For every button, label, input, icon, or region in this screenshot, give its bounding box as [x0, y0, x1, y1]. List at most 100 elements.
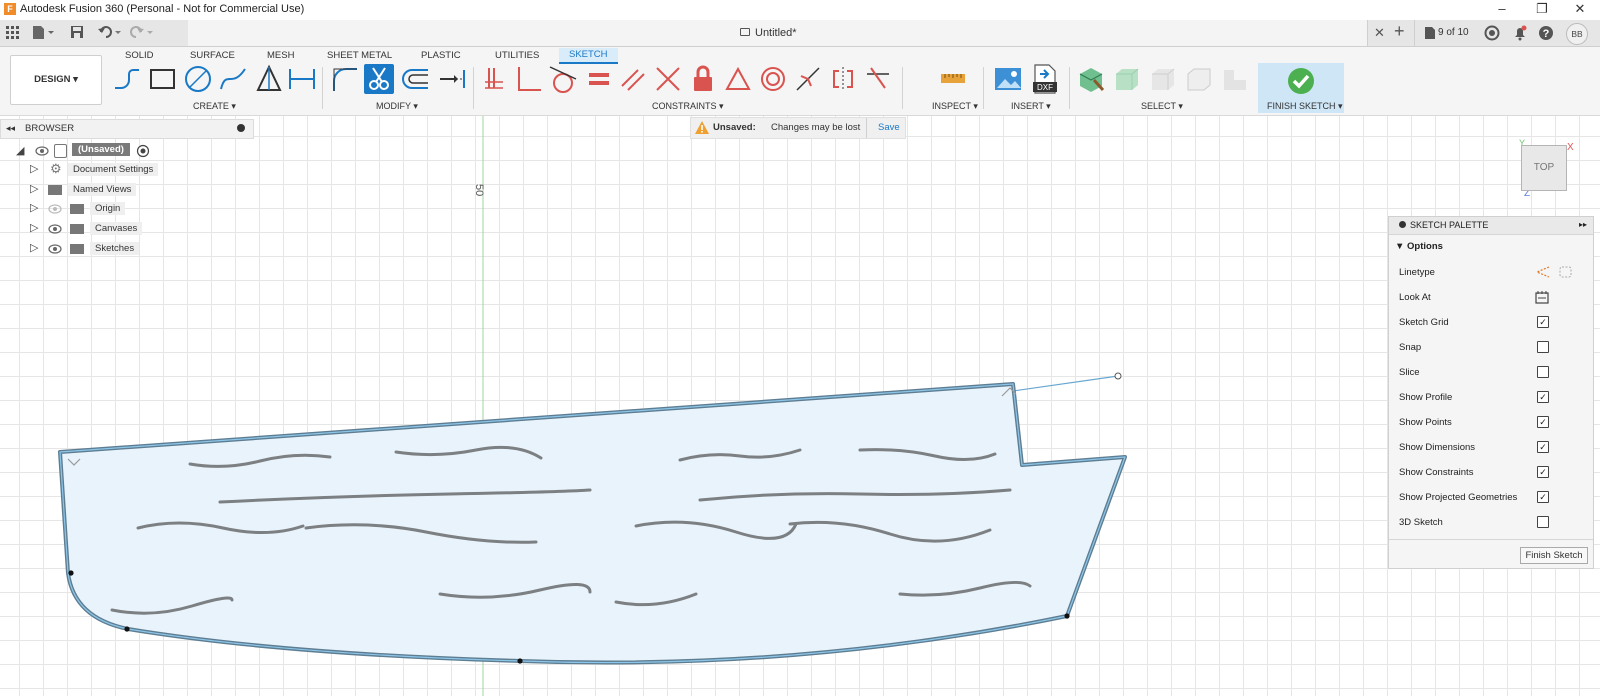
data-panel-grid-icon[interactable]: [6, 26, 20, 40]
triangle-constraint-icon[interactable]: [723, 64, 753, 94]
fix-lock-constraint-icon[interactable]: [688, 64, 718, 94]
centerline-linetype-icon[interactable]: [1559, 265, 1573, 279]
browser-item-origin[interactable]: ▷ Origin: [30, 200, 170, 218]
job-status-count[interactable]: 9 of 10: [1438, 27, 1469, 38]
collapse-browser-icon[interactable]: ◂◂: [6, 123, 15, 134]
user-avatar[interactable]: BB: [1566, 23, 1588, 45]
modify-group-label[interactable]: MODIFY ▾: [376, 101, 418, 112]
equal-constraint-icon[interactable]: [584, 64, 614, 94]
finish-sketch-button[interactable]: Finish Sketch: [1520, 547, 1588, 564]
show-profile-checkbox[interactable]: ✓: [1537, 391, 1549, 403]
polygon-mirror-tool-icon[interactable]: [254, 64, 284, 94]
show-projected-geometries-checkbox[interactable]: ✓: [1537, 491, 1549, 503]
browser-item-sketches[interactable]: ▷ Sketches: [30, 240, 170, 258]
expand-triangle-icon[interactable]: ▷: [30, 182, 38, 195]
browser-root-item[interactable]: ◢ (Unsaved): [16, 142, 166, 160]
minimize-button[interactable]: –: [1482, 0, 1522, 18]
show-points-checkbox[interactable]: ✓: [1537, 416, 1549, 428]
options-section-header[interactable]: ▼ Options: [1395, 241, 1443, 252]
close-window-button[interactable]: ✕: [1560, 0, 1600, 18]
measure-tool-icon[interactable]: [938, 64, 968, 94]
extend-tool-icon[interactable]: [437, 64, 467, 94]
collinear-constraint-icon[interactable]: [653, 64, 683, 94]
extensions-icon[interactable]: [1484, 25, 1500, 41]
fillet-tool-icon[interactable]: [330, 64, 360, 94]
activate-radio-icon[interactable]: [136, 144, 150, 158]
select-group-label[interactable]: SELECT ▾: [1141, 101, 1183, 112]
visibility-eye-icon[interactable]: [35, 146, 49, 156]
file-menu-icon[interactable]: [32, 25, 54, 40]
help-icon[interactable]: ?: [1538, 25, 1554, 41]
save-icon[interactable]: [70, 25, 84, 39]
rectangle-tool-icon[interactable]: [148, 64, 178, 94]
arc-spline-tool-icon[interactable]: [218, 64, 248, 94]
slice-checkbox[interactable]: [1537, 366, 1549, 378]
construction-linetype-icon[interactable]: [1535, 265, 1551, 279]
midpoint-constraint-icon[interactable]: [793, 64, 823, 94]
concentric-constraint-icon[interactable]: [758, 64, 788, 94]
visibility-eye-icon[interactable]: [48, 224, 62, 234]
finish-sketch-group-label[interactable]: FINISH SKETCH ▾: [1267, 101, 1343, 112]
parallel-constraint-icon[interactable]: [618, 64, 648, 94]
offset-tool-icon[interactable]: [400, 64, 430, 94]
tangent-constraint-icon[interactable]: [548, 64, 578, 94]
insert-image-icon[interactable]: [993, 64, 1023, 94]
expand-triangle-icon[interactable]: ▷: [30, 241, 38, 254]
sketch-canvas[interactable]: 50: [0, 116, 1600, 696]
symmetry-constraint-icon[interactable]: [828, 64, 858, 94]
insert-group-label[interactable]: INSERT ▾: [1011, 101, 1051, 112]
insert-dxf-icon[interactable]: DXF: [1030, 64, 1060, 94]
view-cube[interactable]: TOP: [1521, 145, 1567, 191]
sketch-grid-checkbox[interactable]: ✓: [1537, 316, 1549, 328]
browser-item-canvases[interactable]: ▷ Canvases: [30, 220, 170, 238]
show-dimensions-checkbox[interactable]: ✓: [1537, 441, 1549, 453]
redo-icon[interactable]: [130, 25, 154, 39]
undo-icon[interactable]: [98, 25, 122, 39]
circle-tool-icon[interactable]: [183, 64, 213, 94]
tab-sheet-metal[interactable]: SHEET METAL: [327, 50, 392, 61]
curvature-constraint-icon[interactable]: [863, 64, 893, 94]
select-appearance-icon[interactable]: [1076, 64, 1106, 94]
constraints-group-label[interactable]: CONSTRAINTS ▾: [652, 101, 724, 112]
document-tab[interactable]: Untitled* ✕: [188, 20, 1385, 46]
horizontal-vertical-constraint-icon[interactable]: [480, 64, 510, 94]
job-status-icon[interactable]: [1424, 26, 1436, 40]
tab-plastic[interactable]: PLASTIC: [421, 50, 461, 61]
expand-triangle-icon[interactable]: ▷: [30, 201, 38, 214]
3d-sketch-checkbox[interactable]: [1537, 516, 1549, 528]
select-edge-icon[interactable]: [1184, 64, 1214, 94]
save-link[interactable]: Save: [878, 122, 900, 133]
select-body-icon[interactable]: [1112, 64, 1142, 94]
notifications-icon[interactable]: [1512, 25, 1528, 41]
browser-header[interactable]: ◂◂ BROWSER: [0, 119, 254, 139]
tab-mesh[interactable]: MESH: [267, 50, 294, 61]
sketch-dimension-tool-icon[interactable]: [287, 64, 317, 94]
browser-item-document-settings[interactable]: ▷ ⚙ Document Settings: [30, 161, 170, 179]
select-sketch-icon[interactable]: [1220, 64, 1250, 94]
show-constraints-checkbox[interactable]: ✓: [1537, 466, 1549, 478]
hidden-eye-icon[interactable]: [48, 204, 62, 214]
create-group-label[interactable]: CREATE ▾: [193, 101, 236, 112]
snap-checkbox[interactable]: [1537, 341, 1549, 353]
line-tool-icon[interactable]: [112, 64, 142, 94]
tab-solid[interactable]: SOLID: [125, 50, 154, 61]
collapse-triangle-icon[interactable]: ◢: [16, 144, 24, 157]
tab-surface[interactable]: SURFACE: [190, 50, 235, 61]
finish-sketch-check-icon[interactable]: [1287, 67, 1315, 95]
select-face-icon[interactable]: [1148, 64, 1178, 94]
trim-tool-button-active[interactable]: [364, 64, 394, 94]
expand-palette-icon[interactable]: ▸▸: [1579, 220, 1587, 229]
expand-triangle-icon[interactable]: ▷: [30, 162, 38, 175]
perpendicular-constraint-icon[interactable]: [514, 64, 544, 94]
look-at-icon[interactable]: [1535, 290, 1549, 304]
tab-sketch[interactable]: SKETCH: [559, 48, 618, 64]
browser-item-named-views[interactable]: ▷ Named Views: [30, 181, 170, 199]
close-tab-icon[interactable]: ✕: [1374, 25, 1385, 41]
visibility-eye-icon[interactable]: [48, 244, 62, 254]
sketch-palette-header[interactable]: SKETCH PALETTE ▸▸: [1389, 217, 1593, 235]
workspace-switcher-button[interactable]: DESIGN ▾: [10, 55, 102, 105]
new-tab-icon[interactable]: +: [1394, 21, 1405, 42]
browser-options-icon[interactable]: [237, 124, 245, 132]
inspect-group-label[interactable]: INSPECT ▾: [932, 101, 978, 112]
restore-button[interactable]: ❐: [1522, 0, 1562, 18]
